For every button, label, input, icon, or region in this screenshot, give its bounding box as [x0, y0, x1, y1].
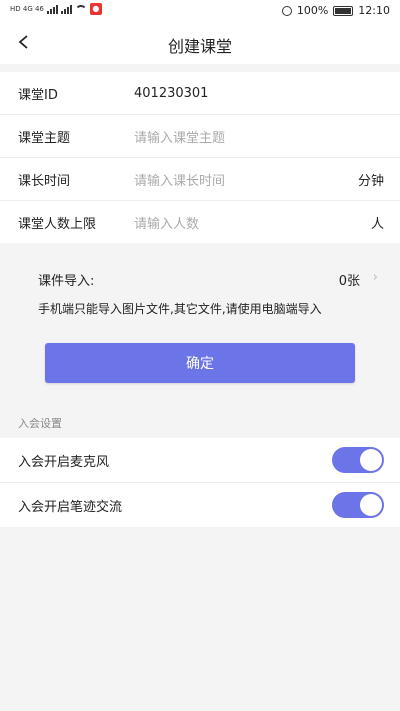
- settings-section-title: 入会设置: [18, 417, 62, 430]
- status-right: 100% 12:10: [281, 4, 390, 17]
- class-id-label: 课堂ID: [18, 87, 58, 103]
- wifi-icon: [74, 4, 87, 14]
- import-note: 手机端只能导入图片文件,其它文件,请使用电脑端导入: [38, 302, 322, 316]
- network-text: HD 4G 46: [10, 5, 44, 13]
- class-topic-row[interactable]: 课堂主题 请输入课堂主题: [0, 115, 400, 158]
- class-capacity-input[interactable]: 请输入人数: [134, 213, 199, 232]
- class-id-row: 课堂ID 401230301: [0, 72, 400, 115]
- status-time: 12:10: [358, 4, 390, 17]
- signal-icon: [46, 4, 58, 14]
- class-capacity-row[interactable]: 课堂人数上限 请输入人数 人: [0, 201, 400, 243]
- settings-row-microphone: 入会开启麦克风: [0, 438, 400, 483]
- microphone-setting-label: 入会开启麦克风: [18, 454, 110, 470]
- class-duration-row[interactable]: 课长时间 请输入课长时间 分钟: [0, 158, 400, 201]
- class-capacity-label: 课堂人数上限: [18, 216, 97, 232]
- handwriting-setting-label: 入会开启笔迹交流: [18, 499, 123, 515]
- class-form: 课堂ID 401230301 课堂主题 请输入课堂主题 课长时间 请输入课长时间…: [0, 72, 400, 243]
- class-topic-label: 课堂主题: [18, 130, 71, 146]
- class-topic-input[interactable]: 请输入课堂主题: [134, 127, 225, 146]
- page-title: 创建课堂: [167, 37, 232, 56]
- duration-unit: 分钟: [357, 173, 384, 189]
- courseware-import-label: 课件导入:: [38, 274, 95, 289]
- microphone-icon: ●: [89, 3, 102, 15]
- signal-icon-2: [60, 4, 72, 14]
- battery-percent: 100%: [296, 4, 329, 17]
- toggle-knob: [360, 494, 382, 516]
- class-duration-label: 课长时间: [18, 173, 71, 189]
- status-bar: HD 4G 46 ● 100% 12:10: [0, 0, 400, 22]
- courseware-count: 0张: [338, 274, 360, 289]
- handwriting-toggle[interactable]: [332, 492, 384, 518]
- join-settings: 入会开启麦克风 入会开启笔迹交流: [0, 438, 400, 527]
- class-duration-input[interactable]: 请输入课长时间: [134, 170, 225, 189]
- alarm-icon: [281, 5, 292, 16]
- chevron-right-icon[interactable]: ›: [373, 270, 378, 285]
- battery-icon: [333, 5, 354, 16]
- confirm-button[interactable]: 确定: [45, 343, 355, 383]
- toggle-knob: [360, 449, 382, 471]
- class-id-value: 401230301: [134, 85, 209, 101]
- capacity-unit: 人: [370, 216, 384, 232]
- microphone-toggle[interactable]: [332, 447, 384, 473]
- settings-row-handwriting: 入会开启笔迹交流: [0, 483, 400, 527]
- app-header: 创建课堂: [0, 22, 400, 64]
- status-left: HD 4G 46 ●: [10, 3, 102, 15]
